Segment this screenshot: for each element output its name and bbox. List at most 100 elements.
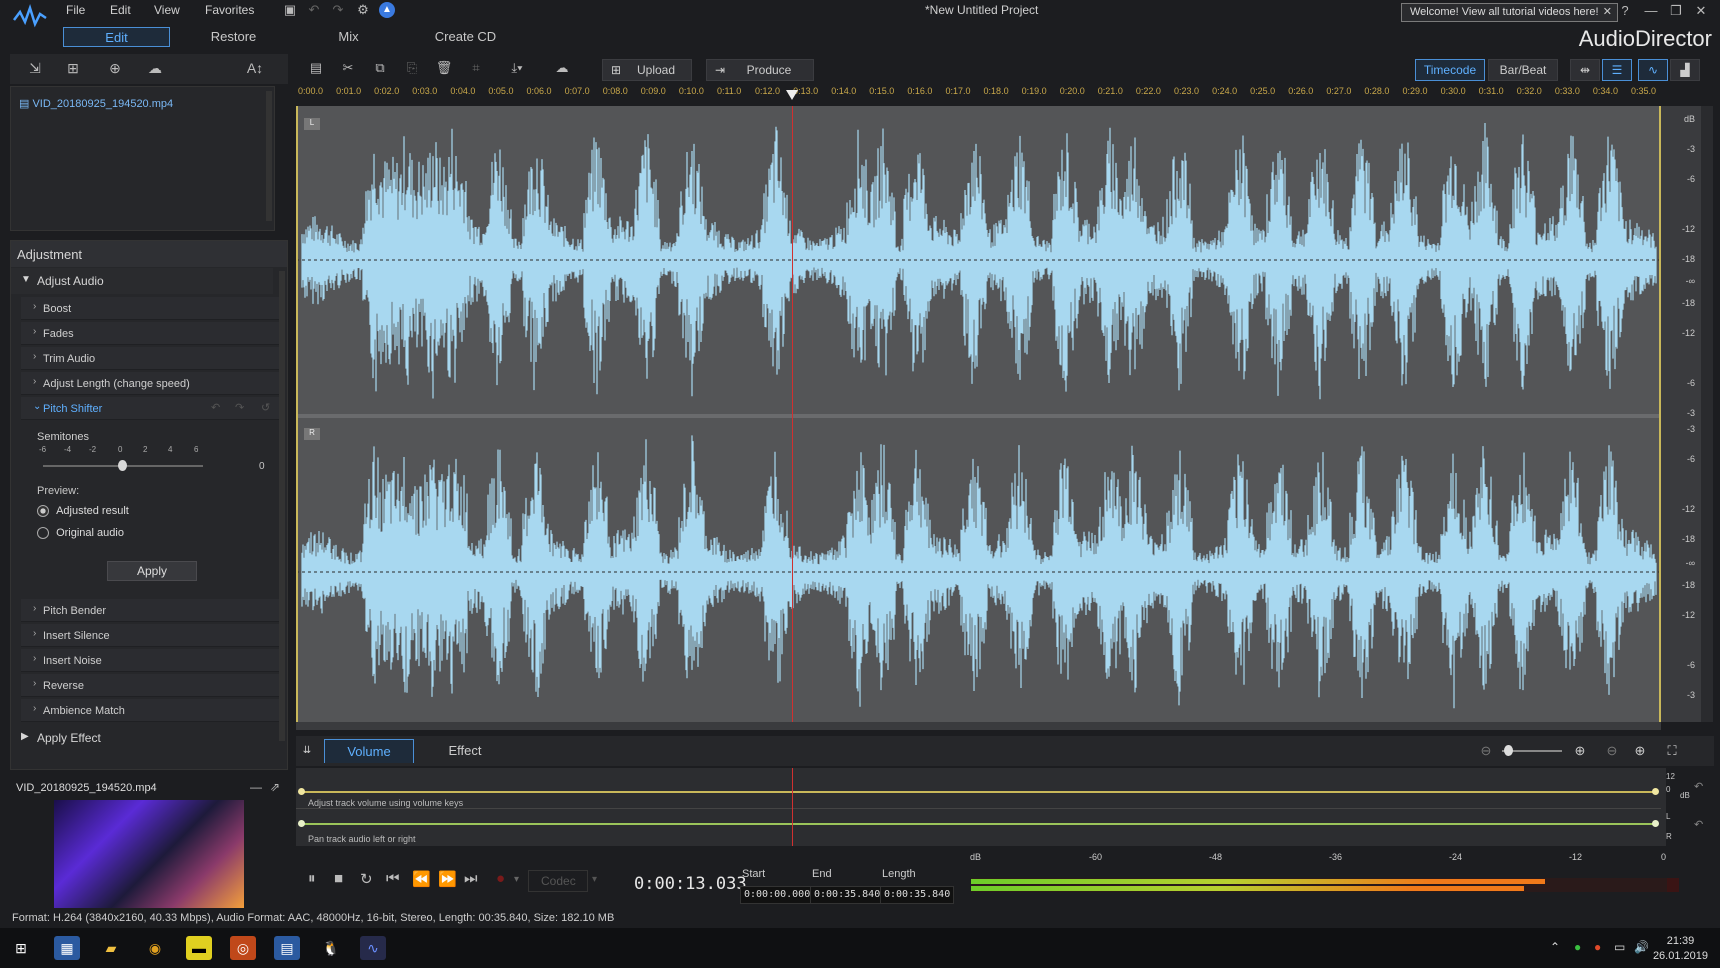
item-boost[interactable]: › Boost [21, 297, 281, 320]
menu-file[interactable]: File [66, 3, 85, 17]
item-adjust-length[interactable]: › Adjust Length (change speed) [21, 372, 281, 395]
fit-screen-icon[interactable]: ⛶ [1662, 739, 1682, 763]
export-icon[interactable]: ⤓▾ [502, 60, 532, 80]
adjust-audio-group[interactable]: ▼ Adjust Audio [11, 268, 273, 294]
menu-edit[interactable]: Edit [110, 3, 131, 17]
crop-icon[interactable]: ⌗ [466, 60, 486, 80]
help-icon[interactable]: ? [1615, 3, 1635, 18]
end-value[interactable]: 0:00:35.840 [810, 886, 885, 904]
item-ambience-match[interactable]: › Ambience Match [21, 699, 281, 722]
audiodirector-task-icon[interactable]: ∿ [360, 936, 386, 960]
redo-icon[interactable]: ↷ [330, 2, 346, 18]
spectral-view-icon[interactable]: ☰ [1602, 59, 1632, 81]
apply-button[interactable]: Apply [107, 561, 197, 581]
sticky-notes-icon[interactable]: ▬ [186, 936, 212, 960]
tray-red-icon[interactable]: ● [1594, 940, 1601, 954]
library-scrollbar[interactable] [266, 91, 272, 221]
apply-effect-group[interactable]: ▶ Apply Effect [11, 725, 273, 751]
tray-green-icon[interactable]: ● [1574, 940, 1581, 954]
timecode-toggle[interactable]: Timecode [1415, 59, 1485, 81]
upgrade-icon[interactable]: ▲ [379, 2, 395, 18]
item-pitch-shifter[interactable]: ⌄ Pitch Shifter ↶ ↷ ↺ [21, 397, 281, 420]
pause-icon[interactable]: ⏸ [308, 870, 316, 887]
upload-button[interactable]: ⊞ Upload [602, 59, 692, 81]
reset-icon[interactable]: ↺ [261, 401, 270, 414]
codec-select[interactable]: Codec [528, 870, 588, 892]
reset-volume-icon[interactable]: ↶ [1694, 780, 1703, 793]
redo-small-icon[interactable]: ↷ [235, 401, 244, 414]
pan-envelope-line[interactable] [300, 823, 1655, 825]
fit-view-icon[interactable]: ⇹ [1570, 59, 1600, 81]
welcome-banner[interactable]: Welcome! View all tutorial videos here! … [1401, 3, 1618, 22]
clip-indicator[interactable] [1667, 878, 1679, 892]
radio-adjusted-result[interactable]: Adjusted result [37, 505, 129, 518]
save-icon[interactable]: ▣ [282, 2, 298, 18]
zoom-in-icon[interactable]: ⊕ [1570, 739, 1590, 763]
zoom-in-vertical-icon[interactable]: ⊕ [1630, 739, 1650, 763]
loop-icon[interactable]: ↻ [360, 870, 373, 888]
media-player-icon[interactable]: ◎ [230, 936, 256, 960]
delete-icon[interactable]: 🗑 [434, 60, 454, 80]
tab-effect[interactable]: Effect [420, 739, 510, 763]
item-pitch-bender[interactable]: › Pitch Bender [21, 599, 281, 622]
windows-start-icon[interactable]: ⊞ [8, 936, 34, 960]
waveform-view-icon[interactable]: ∿ [1638, 59, 1668, 81]
tab-restore[interactable]: Restore [180, 27, 287, 47]
barbeat-toggle[interactable]: Bar/Beat [1488, 59, 1558, 81]
item-insert-noise[interactable]: › Insert Noise [21, 649, 281, 672]
zoom-out-vertical-icon[interactable]: ⊖ [1602, 739, 1622, 763]
spectrum-view-icon[interactable]: ▟ [1670, 59, 1700, 81]
codec-dropdown-icon[interactable]: ▾ [592, 874, 597, 885]
item-fades[interactable]: › Fades [21, 322, 281, 345]
close-window-icon[interactable]: ✕ [1691, 3, 1711, 19]
network-icon[interactable]: ▭ [1614, 940, 1625, 954]
volume-tray-icon[interactable]: 🔊 [1634, 940, 1649, 954]
stop-icon[interactable]: ■ [334, 870, 343, 887]
cloud-icon[interactable]: ☁ [145, 60, 165, 78]
playhead-handle[interactable] [786, 90, 799, 100]
undo-small-icon[interactable]: ↶ [211, 401, 220, 414]
tab-mix[interactable]: Mix [295, 27, 402, 47]
waveform-area[interactable]: L R [296, 106, 1661, 722]
selection-start-marker[interactable] [296, 106, 298, 722]
fast-forward-icon[interactable]: ⏩ [438, 870, 457, 888]
import-icon[interactable]: ⇲ [25, 60, 45, 78]
produce-button[interactable]: ⇥ Produce [706, 59, 814, 81]
tab-create-cd[interactable]: Create CD [412, 27, 519, 47]
minimize-icon[interactable]: — [1641, 3, 1661, 18]
video-preview-image[interactable] [54, 800, 244, 910]
zoom-slider-handle[interactable] [1504, 745, 1513, 756]
tab-volume[interactable]: Volume [324, 739, 414, 763]
tray-chevron-icon[interactable]: ⌃ [1550, 940, 1560, 954]
minimize-preview-icon[interactable]: — [250, 780, 262, 794]
pan-node-end[interactable] [1652, 820, 1659, 827]
item-trim-audio[interactable]: › Trim Audio [21, 347, 281, 370]
font-size-icon[interactable]: A↕ [240, 60, 270, 78]
popout-icon[interactable]: ⇗ [270, 780, 280, 794]
settings-icon[interactable]: ⚙ [355, 2, 371, 18]
volume-node-end[interactable] [1652, 788, 1659, 795]
cut-icon[interactable]: ✂ [338, 60, 358, 80]
volume-node-start[interactable] [298, 788, 305, 795]
record-icon[interactable]: ● [496, 870, 505, 887]
go-end-icon[interactable]: ⏭ [464, 870, 478, 887]
cloud-sync-icon[interactable]: ☁ [550, 60, 574, 80]
rewind-icon[interactable]: ⏪ [412, 870, 431, 888]
pan-node-start[interactable] [298, 820, 305, 827]
download-icon[interactable]: ⊕ [105, 60, 125, 78]
maximize-icon[interactable]: ❐ [1666, 3, 1686, 19]
close-icon[interactable]: ✕ [1603, 5, 1612, 18]
timeline-ruler[interactable]: 0:00.0 0:01.0 0:02.0 0:03.0 0:04.0 0:05.0 0:06… [296, 84, 1666, 106]
zoom-out-icon[interactable]: ⊖ [1476, 739, 1496, 763]
menu-view[interactable]: View [154, 3, 180, 17]
new-icon[interactable]: ▤ [306, 60, 326, 80]
library-file-item[interactable]: ▤ VID_20180925_194520.mp4 [19, 97, 173, 110]
go-start-icon[interactable]: ⏮ [386, 870, 400, 887]
menu-favorites[interactable]: Favorites [205, 3, 254, 17]
copy-icon[interactable]: ⧉ [370, 60, 390, 80]
import-media-icon[interactable]: ⊞ [63, 60, 83, 78]
adjustment-scrollbar[interactable] [279, 271, 285, 741]
file-explorer-icon[interactable]: ▰ [98, 936, 124, 960]
chrome-icon[interactable]: ◉ [142, 936, 168, 960]
horizontal-scrollbar[interactable] [296, 722, 1661, 730]
